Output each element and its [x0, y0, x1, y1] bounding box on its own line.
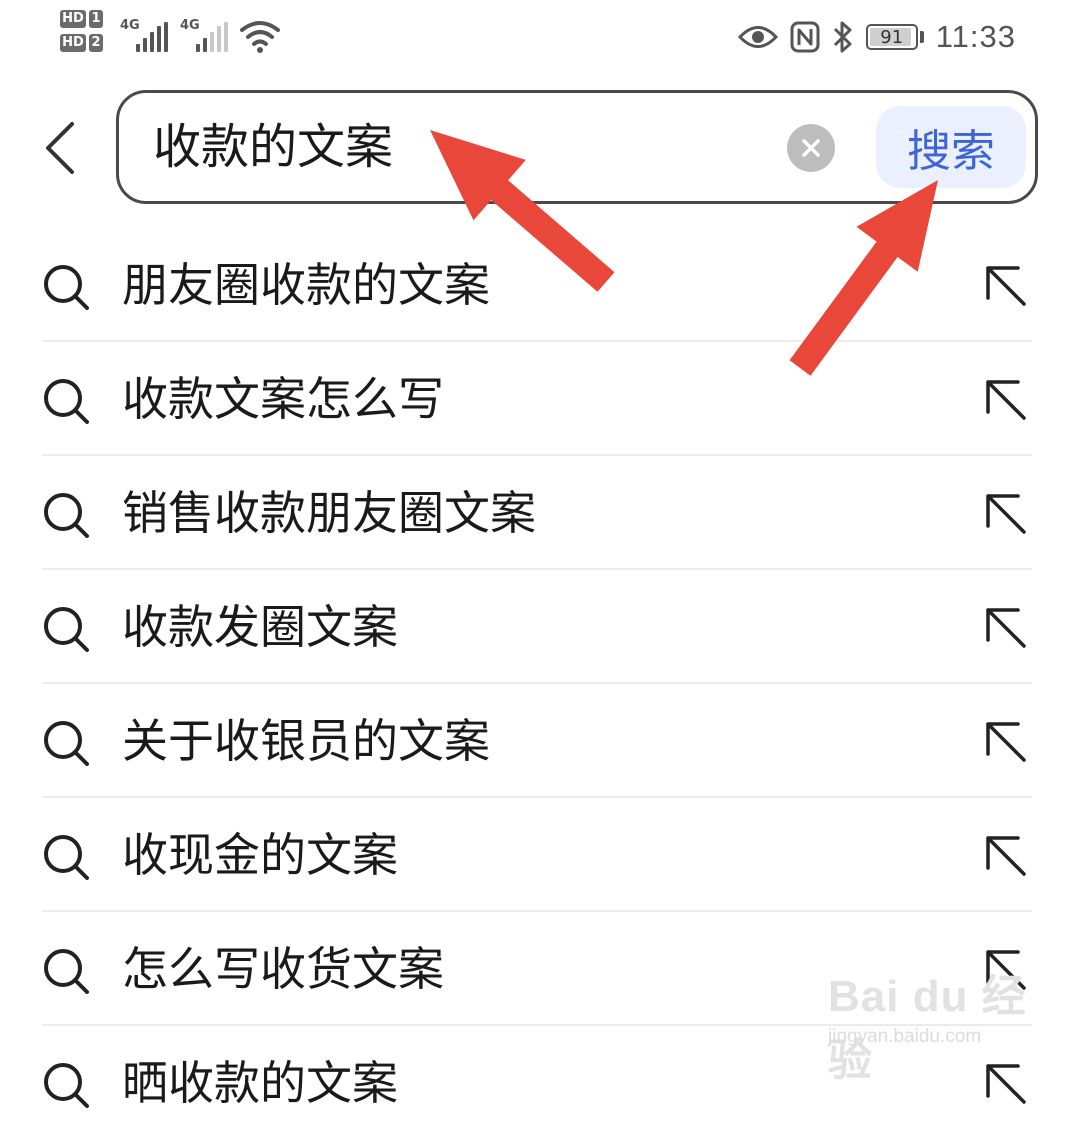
watermark-url: jingyan.baidu.com [828, 1026, 982, 1047]
sim1-hd-badge: HD 1 [60, 10, 103, 28]
suggestion-text: 关于收银员的文案 [122, 714, 490, 768]
suggestion-row[interactable]: 朋友圈收款的文案 [0, 228, 1078, 342]
status-time: 11:33 [935, 19, 1016, 54]
watermark-logo: Bai du 经验 [828, 972, 1027, 1085]
search-icon [44, 265, 89, 310]
battery-icon: 91 [865, 24, 918, 50]
search-icon [44, 721, 89, 766]
search-query-text[interactable]: 收款的文案 [153, 117, 393, 177]
sim2-hd-badge: HD 2 [60, 34, 103, 52]
clear-button[interactable] [787, 124, 835, 172]
fill-query-arrow-icon[interactable] [982, 718, 1030, 766]
suggestion-text: 收款发圈文案 [122, 600, 398, 654]
status-bar: HD 1 HD 2 4G 4G 91 11:33 [0, 0, 1078, 78]
signal-bars-icon [196, 22, 228, 52]
sim2-number: 2 [89, 34, 103, 52]
search-icon [44, 493, 89, 538]
fill-query-arrow-icon[interactable] [982, 262, 1030, 310]
bluetooth-icon [833, 21, 852, 53]
fill-query-arrow-icon[interactable] [982, 832, 1030, 880]
battery-level: 91 [880, 26, 904, 48]
suggestion-text: 朋友圈收款的文案 [122, 258, 490, 312]
fill-query-arrow-icon[interactable] [982, 376, 1030, 424]
nfc-icon [790, 21, 820, 53]
baidu-jingyan-watermark: Bai du 经验 jingyan.baidu.com [828, 960, 1028, 1085]
search-icon [44, 607, 89, 652]
suggestion-text: 销售收款朋友圈文案 [122, 486, 536, 540]
back-button[interactable] [28, 108, 92, 188]
fill-query-arrow-icon[interactable] [982, 604, 1030, 652]
search-icon [44, 949, 89, 994]
suggestion-row[interactable]: 关于收银员的文案 [0, 684, 1078, 798]
sim2-hd-label: HD [60, 34, 86, 52]
sim1-hd-label: HD [60, 10, 86, 28]
search-icon [44, 379, 89, 424]
close-icon [802, 139, 820, 157]
chevron-left-icon [46, 122, 74, 174]
suggestion-text: 怎么写收货文案 [122, 942, 444, 996]
wifi-icon [240, 21, 280, 53]
suggestion-row[interactable]: 收现金的文案 [0, 798, 1078, 912]
suggestion-row[interactable]: 收款文案怎么写 [0, 342, 1078, 456]
status-right-group: 91 11:33 [737, 14, 1016, 60]
search-button[interactable]: 搜索 [876, 106, 1026, 188]
search-icon [44, 1063, 89, 1108]
suggestion-text: 收现金的文案 [122, 828, 398, 882]
search-icon [44, 835, 89, 880]
eye-icon [737, 26, 778, 48]
battery-indicator: 91 [865, 24, 924, 50]
search-input[interactable]: 收款的文案 搜索 [116, 90, 1038, 204]
hd-badges: HD 1 HD 2 [60, 10, 103, 52]
suggestion-row[interactable]: 销售收款朋友圈文案 [0, 456, 1078, 570]
signal-bars-icon [136, 22, 168, 52]
suggestion-text: 收款文案怎么写 [122, 372, 444, 426]
suggestion-text: 晒收款的文案 [122, 1056, 398, 1110]
sim1-number: 1 [89, 10, 103, 28]
suggestion-row[interactable]: 收款发圈文案 [0, 570, 1078, 684]
fill-query-arrow-icon[interactable] [982, 490, 1030, 538]
